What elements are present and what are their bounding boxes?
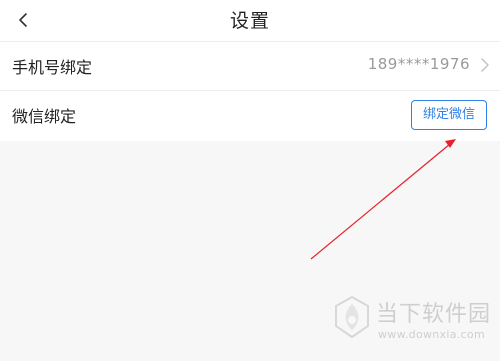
page-title: 设置 — [229, 10, 270, 32]
watermark-logo-icon — [335, 295, 369, 339]
chevron-right-icon — [481, 58, 489, 72]
watermark-url: www.downxia.com — [378, 328, 485, 341]
wechat-binding-row: 微信绑定 绑定微信 — [0, 91, 500, 141]
bind-wechat-button[interactable]: 绑定微信 — [411, 100, 487, 130]
watermark-name: 当下软件园 — [376, 302, 492, 327]
phone-binding-row[interactable]: 手机号绑定 189****1976 — [0, 42, 500, 91]
wechat-binding-label: 微信绑定 — [12, 107, 77, 126]
nav-bar: 设置 — [0, 0, 500, 42]
phone-number-value: 189****1976 — [367, 55, 470, 73]
site-watermark: 当下软件园 www.downxia.com — [332, 294, 500, 356]
phone-binding-label: 手机号绑定 — [12, 58, 93, 77]
